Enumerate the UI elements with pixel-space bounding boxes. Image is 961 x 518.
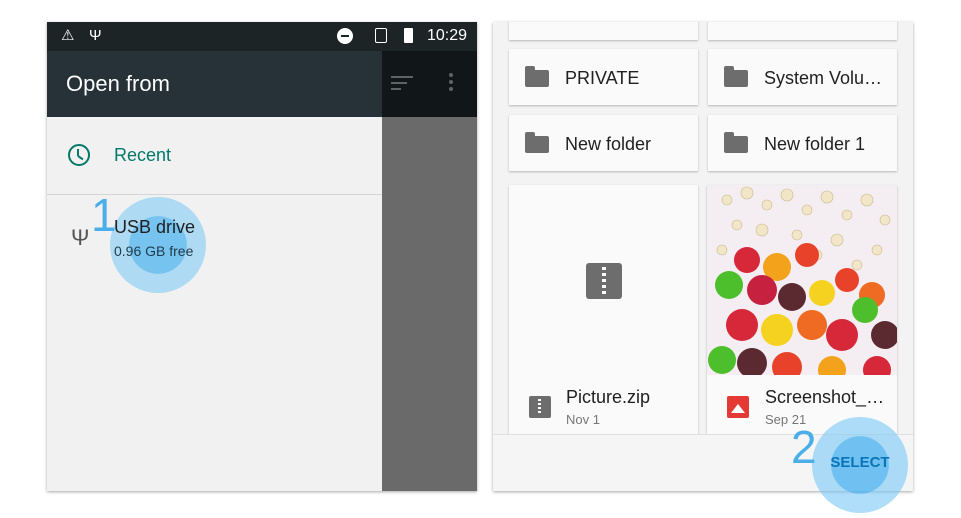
folder-icon [525, 132, 549, 153]
drawer-scrim[interactable] [382, 51, 477, 491]
zip-icon [586, 263, 622, 299]
sort-icon [391, 76, 413, 94]
navigation-drawer: Recent Ψ USB drive 0.96 GB free [47, 117, 382, 491]
step-number-2: 2 [791, 421, 817, 473]
step-number-1: 1 [91, 189, 117, 241]
folder-name: PRIVATE [565, 68, 640, 88]
usb-icon: Ψ [71, 225, 90, 250]
folder-tile-partial[interactable] [708, 22, 897, 40]
folder-tile-partial[interactable] [509, 22, 698, 40]
folder-name: New folder 1 [764, 134, 866, 154]
folder-icon [724, 66, 748, 87]
battery-icon [404, 28, 413, 43]
usb-status-icon: Ψ [89, 27, 102, 44]
file-name: Picture.zip [566, 387, 651, 407]
select-button[interactable]: SELECT [827, 454, 893, 471]
folder-icon [724, 132, 748, 153]
no-sim-icon [375, 28, 387, 43]
folder-tile[interactable]: New folder [509, 115, 698, 171]
more-options-icon [449, 73, 453, 94]
folder-icon [525, 66, 549, 87]
folder-name: System Volu… [764, 68, 883, 88]
folder-tile[interactable]: System Volu… [708, 49, 897, 105]
usb-drive-free-space-overlay: 0.96 GB free [114, 243, 194, 259]
file-date: Nov 1 [566, 412, 600, 427]
status-bar: ⚠ Ψ 10:29 [47, 22, 477, 51]
clock-time: 10:29 [426, 27, 467, 44]
clock-icon [68, 144, 90, 166]
folder-tile[interactable]: New folder 1 [708, 115, 897, 171]
file-card-zip[interactable]: Picture.zip Nov 1 [509, 185, 698, 445]
page-title: Open from [66, 71, 170, 96]
folder-name: New folder [565, 134, 652, 154]
image-thumbnail [707, 185, 897, 375]
image-icon [727, 396, 749, 418]
zip-icon [529, 396, 551, 418]
folder-tile[interactable]: PRIVATE [509, 49, 698, 105]
do-not-disturb-icon [337, 28, 353, 44]
file-name: Screenshot_… [765, 387, 885, 407]
warning-icon: ⚠ [61, 27, 75, 44]
usb-drive-title-overlay: USB drive [114, 217, 196, 237]
drawer-item-recent[interactable]: Recent [47, 117, 382, 195]
file-card-image[interactable]: Screenshot_… Sep 21 [707, 185, 897, 445]
recent-label: Recent [114, 145, 172, 165]
